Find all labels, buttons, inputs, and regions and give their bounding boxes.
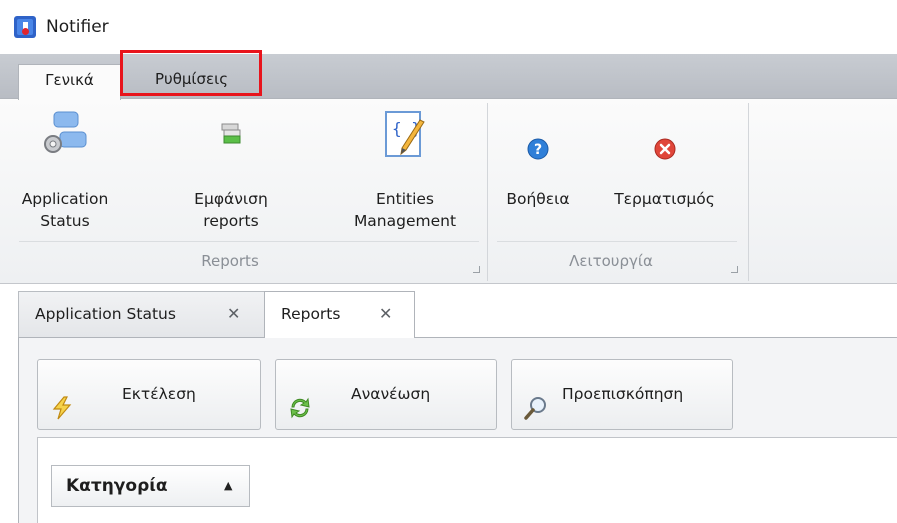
execute-label: Εκτέλεση [122, 385, 196, 403]
lightning-icon [50, 381, 74, 420]
exit-button[interactable]: Τερματισμός [597, 110, 732, 210]
application-status-icon [41, 110, 89, 158]
function-group-divider [497, 241, 737, 242]
tab-application-status-label: Application Status [35, 305, 176, 323]
settings-tab-highlight [120, 50, 262, 96]
preview-button[interactable]: Προεπισκόπηση [511, 359, 733, 430]
notifier-app-icon [14, 16, 36, 38]
exit-label: Τερματισμός [614, 190, 715, 208]
reports-group-divider [19, 241, 479, 242]
function-group-label: Λειτουργία [569, 252, 653, 270]
category-column-label: Κατηγορία [66, 476, 168, 496]
help-button[interactable]: ? Βοήθεια [497, 110, 579, 210]
magnifier-icon [524, 381, 548, 420]
group-separator [748, 103, 749, 281]
tab-reports[interactable]: Reports ✕ [264, 291, 415, 338]
show-reports-button[interactable]: Εμφάνιση reports [181, 110, 281, 245]
execute-button[interactable]: Εκτέλεση [37, 359, 261, 430]
svg-text:?: ? [534, 142, 542, 158]
refresh-button[interactable]: Ανανέωση [275, 359, 497, 430]
entities-management-label: Entities Management [353, 190, 457, 230]
reports-group-label: Reports [201, 252, 259, 270]
title-bar [0, 0, 897, 54]
show-reports-label: Εμφάνιση reports [194, 190, 268, 230]
help-label: Βοήθεια [506, 190, 570, 208]
entities-management-icon: { } [380, 110, 430, 160]
application-status-button[interactable]: Application Status [15, 110, 115, 245]
application-status-label: Application Status [21, 190, 109, 230]
preview-label: Προεπισκόπηση [562, 385, 684, 403]
refresh-label: Ανανέωση [351, 385, 431, 403]
refresh-icon [288, 381, 312, 419]
reports-group-launcher-icon[interactable] [473, 266, 480, 273]
show-reports-icon [219, 122, 243, 146]
group-separator [487, 103, 488, 281]
entities-management-button[interactable]: { } Entities Management [336, 110, 474, 245]
help-icon: ? [527, 138, 549, 160]
tab-reports-label: Reports [281, 305, 341, 323]
close-icon[interactable]: ✕ [227, 292, 240, 336]
close-icon[interactable]: ✕ [379, 292, 392, 336]
exit-icon [654, 138, 676, 160]
window-title: Notifier [46, 17, 109, 37]
sort-ascending-icon: ▲ [224, 479, 233, 492]
function-group-launcher-icon[interactable] [731, 266, 738, 273]
ribbon-tab-general[interactable]: Γενικά [18, 64, 121, 100]
category-column-header[interactable]: Κατηγορία ▲ [51, 465, 250, 507]
tab-application-status[interactable]: Application Status ✕ [18, 291, 265, 338]
